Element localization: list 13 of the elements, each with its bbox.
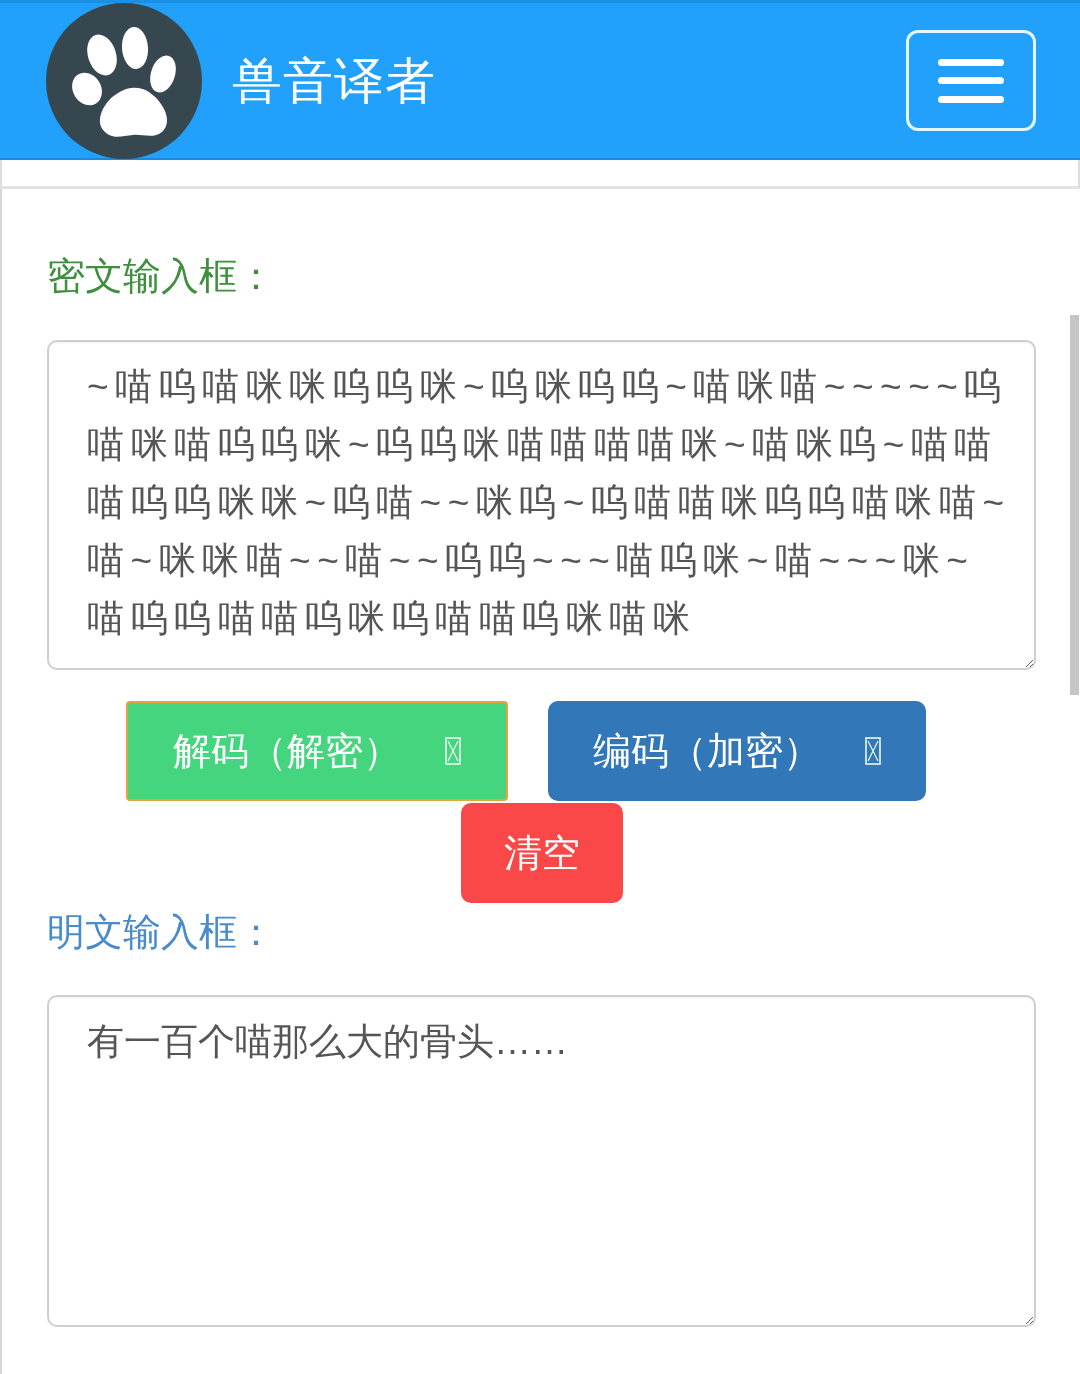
scrollbar[interactable]	[1070, 315, 1079, 695]
plain-input-field[interactable]: 有一百个喵那么大的骨头……	[47, 995, 1036, 1327]
missing-glyph-icon	[864, 737, 881, 765]
app-title: 兽音译者	[232, 50, 437, 111]
clear-button[interactable]: 清空	[460, 803, 623, 903]
menu-icon	[938, 58, 1004, 103]
cipher-input-field[interactable]: ~喵呜喵咪咪呜呜咪~呜咪呜呜~喵咪喵~~~~~呜喵咪喵呜呜咪~呜呜咪喵喵喵喵咪~喵咪呜~喵喵喵呜呜咪咪~呜喵~~咪呜~呜喵喵咪呜呜喵咪喵~喵~咪咪喵~~喵~~呜呜~~~喵呜咪~喵~~~咪~喵呜呜喵喵呜咪呜喵喵呜咪喵咪	[47, 340, 1036, 670]
menu-button[interactable]	[906, 30, 1036, 131]
plain-label: 明文输入框：	[47, 909, 276, 955]
encode-button[interactable]: 编码（加密）	[547, 701, 926, 801]
missing-glyph-icon	[444, 737, 461, 765]
paw-icon	[46, 2, 202, 159]
cipher-label: 密文输入框：	[47, 253, 276, 299]
